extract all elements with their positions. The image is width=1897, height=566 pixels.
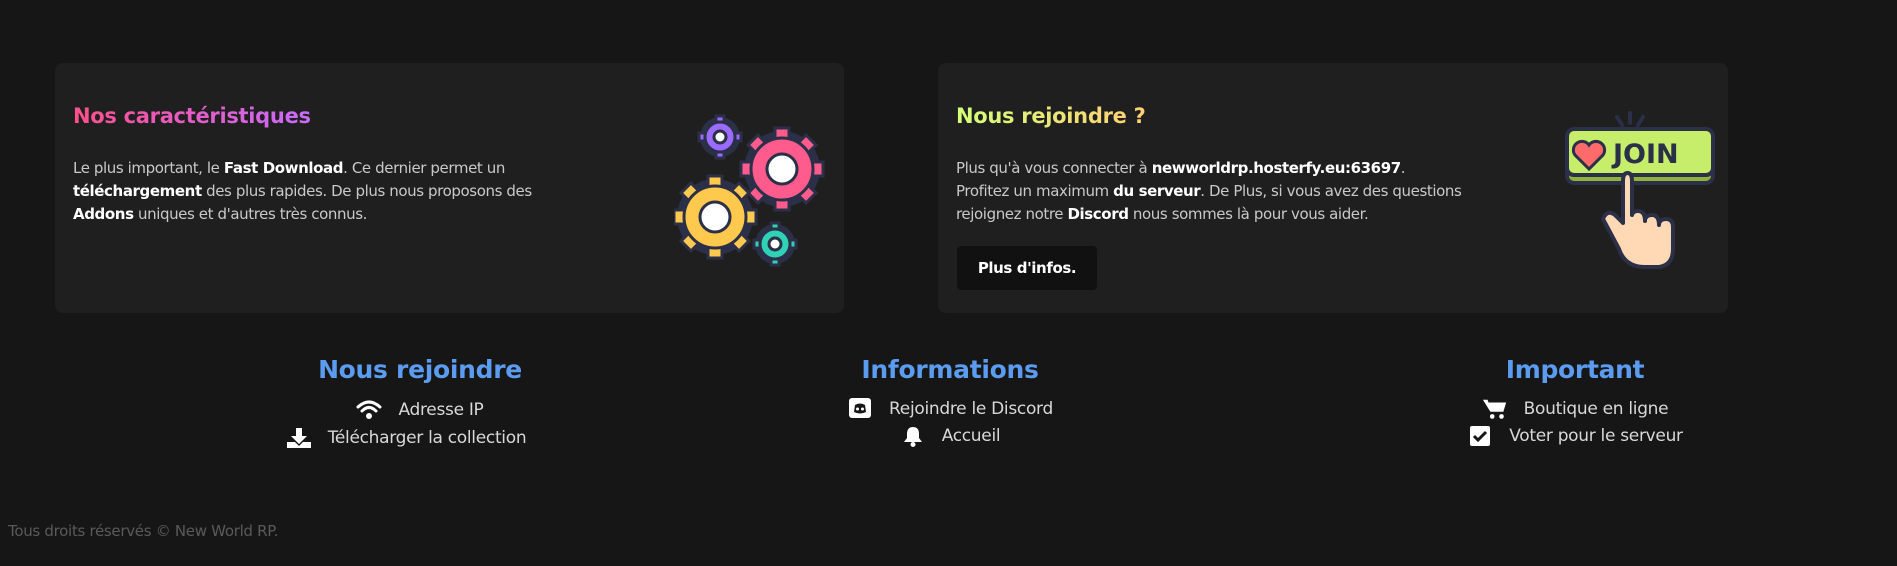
download-icon <box>286 427 312 449</box>
bell-icon <box>900 425 926 447</box>
footer-column-title: Informations <box>861 355 1039 384</box>
discord-label: Rejoindre le Discord <box>889 398 1053 419</box>
features-card: Nos caractéristiques Le plus important, … <box>55 63 844 313</box>
wifi-icon <box>356 399 382 421</box>
online-shop-label: Boutique en ligne <box>1523 398 1669 419</box>
download-collection-label: Télécharger la collection <box>327 427 527 448</box>
footer-column-info: Informations Rejoindre le Discord Accuei… <box>725 355 1175 449</box>
ip-address-label: Adresse IP <box>398 399 484 420</box>
cart-icon <box>1482 398 1508 420</box>
vote-server-label: Voter pour le serveur <box>1509 425 1683 446</box>
online-shop-link[interactable]: Boutique en ligne <box>1350 395 1800 422</box>
join-button-icon: JOIN <box>1565 111 1715 269</box>
discord-icon <box>847 397 873 420</box>
discord-link[interactable]: Rejoindre le Discord <box>725 395 1175 422</box>
gears-icon <box>674 114 825 267</box>
ip-address-link[interactable]: Adresse IP <box>195 395 645 424</box>
footer-column-important: Important Boutique en ligne Voter pour l… <box>1350 355 1800 449</box>
copyright-text: Tous droits réservés © New World RP. <box>8 522 279 540</box>
join-card: Nous rejoindre ? Plus qu'à vous connecte… <box>938 63 1728 313</box>
more-info-button[interactable]: Plus d'infos. <box>957 246 1097 290</box>
join-description: Plus qu'à vous connecter à newworldrp.ho… <box>956 159 1462 223</box>
footer-column-title: Important <box>1505 355 1645 384</box>
footer-column-join: Nous rejoindre Adresse IP Télécharger la… <box>195 355 645 451</box>
download-collection-link[interactable]: Télécharger la collection <box>181 424 631 451</box>
join-title: Nous rejoindre ? <box>956 104 1146 128</box>
home-label: Accueil <box>941 425 1001 446</box>
features-description: Le plus important, le Fast Download. Ce … <box>73 159 532 223</box>
checkbox-icon <box>1467 425 1493 447</box>
footer-column-title: Nous rejoindre <box>318 355 522 384</box>
home-link[interactable]: Accueil <box>725 422 1175 449</box>
features-title: Nos caractéristiques <box>73 104 311 128</box>
join-illustration-label: JOIN <box>1611 139 1679 170</box>
vote-server-link[interactable]: Voter pour le serveur <box>1350 422 1800 449</box>
